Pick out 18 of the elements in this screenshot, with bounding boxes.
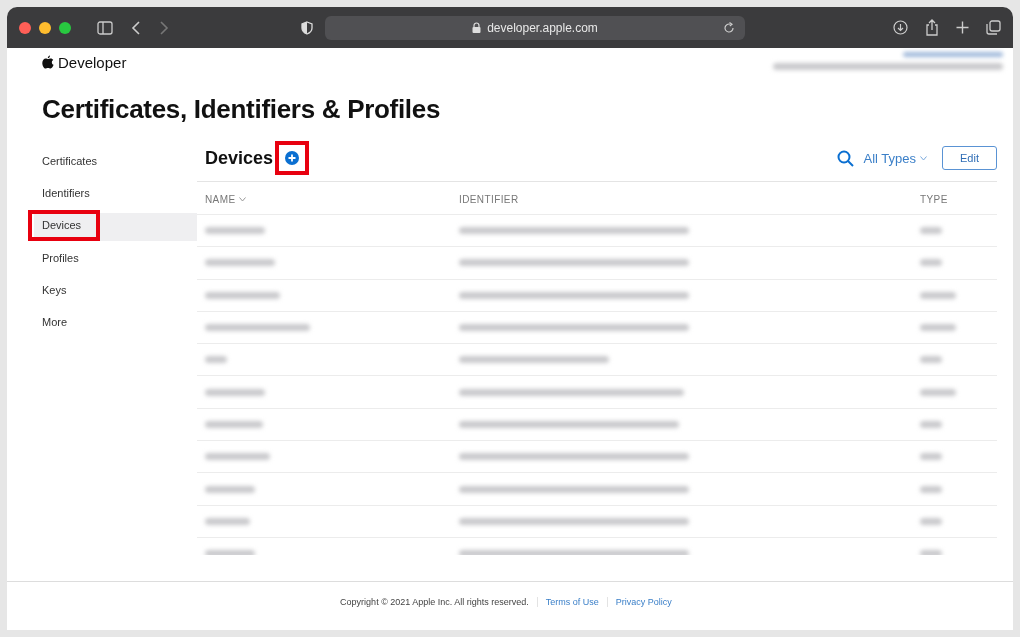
column-header[interactable]: NAME bbox=[205, 194, 246, 205]
brand-name[interactable]: Developer bbox=[58, 53, 127, 71]
sidebar-item[interactable]: Keys bbox=[34, 277, 197, 306]
section-title: Devices bbox=[205, 147, 274, 169]
footer-link[interactable]: Privacy Policy bbox=[606, 597, 680, 607]
copyright-text: Copyright © 2021 Apple Inc. All rights reserved. bbox=[340, 597, 529, 607]
sidebar-item[interactable]: More bbox=[34, 309, 197, 338]
address-bar[interactable]: developer.apple.com bbox=[325, 15, 745, 40]
column-header[interactable]: IDENTIFIER bbox=[459, 194, 519, 205]
sidebar-item[interactable]: Certificates bbox=[34, 149, 197, 177]
edit-button[interactable]: Edit bbox=[942, 146, 997, 170]
footer-link[interactable]: Terms of Use bbox=[536, 597, 607, 607]
column-header[interactable]: TYPE bbox=[920, 194, 948, 205]
url-text: developer.apple.com bbox=[487, 20, 598, 35]
sidebar-item[interactable]: Identifiers bbox=[34, 181, 197, 210]
page-title: Certificates, Identifiers & Profiles bbox=[42, 94, 442, 125]
sidebar-item[interactable]: Profiles bbox=[34, 245, 197, 274]
type-filter-dropdown[interactable]: All Types bbox=[863, 150, 927, 166]
